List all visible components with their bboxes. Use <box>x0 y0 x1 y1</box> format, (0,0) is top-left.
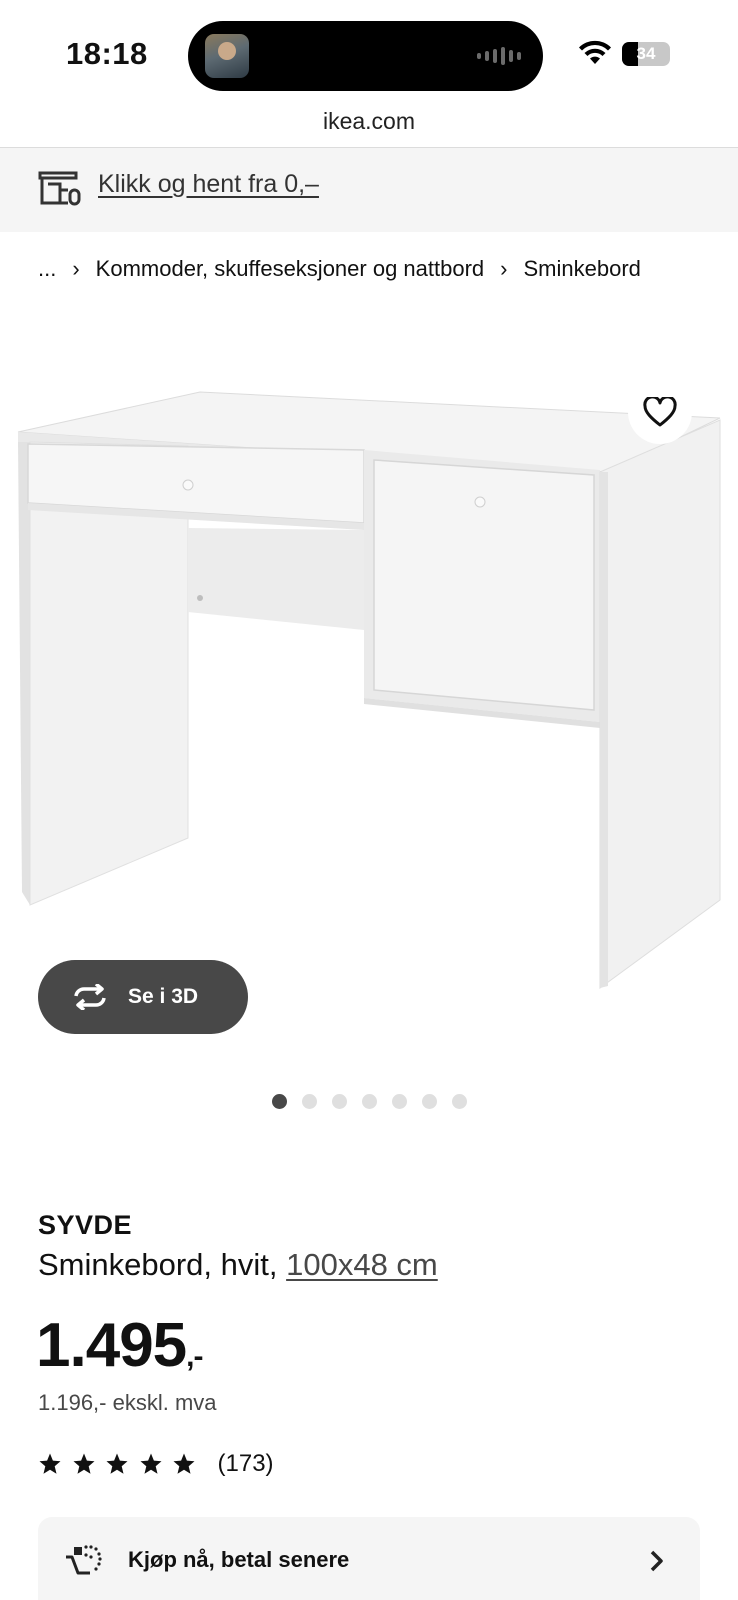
gallery-dot[interactable] <box>392 1094 407 1109</box>
battery-percent: 34 <box>636 44 656 63</box>
breadcrumb: ... › Kommoder, skuffeseksjoner og nattb… <box>38 256 641 282</box>
buy-now-pay-later-label: Kjøp nå, betal senere <box>128 1547 350 1572</box>
dynamic-island[interactable] <box>188 21 543 91</box>
product-type: Sminkebord, hvit, <box>38 1247 287 1282</box>
product-price: 1.495,- <box>36 1310 204 1381</box>
star-icon <box>39 1453 61 1474</box>
view-in-3d-label: Se i 3D <box>128 985 199 1008</box>
gallery-dot[interactable] <box>452 1094 467 1109</box>
payment-icon <box>66 1545 102 1575</box>
price-suffix: ,- <box>186 1340 203 1373</box>
breadcrumb-item-dressing-table[interactable]: Sminkebord <box>523 256 640 282</box>
wifi-icon <box>579 40 611 64</box>
gallery-dot[interactable] <box>332 1094 347 1109</box>
breadcrumb-ellipsis[interactable]: ... <box>38 256 56 282</box>
add-to-favorites-button[interactable] <box>628 380 692 444</box>
battery-indicator: 34 <box>622 42 670 66</box>
breadcrumb-item-dressers[interactable]: Kommoder, skuffeseksjoner og nattbord <box>96 256 484 282</box>
star-icon <box>106 1453 128 1474</box>
breadcrumb-separator: › <box>500 256 508 281</box>
breadcrumb-separator: › <box>72 256 80 281</box>
gallery-pagination[interactable] <box>272 1094 467 1109</box>
product-dimensions-link[interactable]: 100x48 cm <box>286 1247 438 1282</box>
star-icon <box>173 1453 195 1474</box>
product-rating[interactable]: (173) <box>38 1450 274 1478</box>
rotate-3d-icon <box>74 984 106 1010</box>
gallery-dot[interactable] <box>362 1094 377 1109</box>
star-icon <box>140 1453 161 1474</box>
status-time: 18:18 <box>66 36 148 71</box>
gallery-dot[interactable] <box>302 1094 317 1109</box>
price-excl-vat: 1.196,- ekskl. mva <box>38 1390 217 1415</box>
store-icon <box>38 171 81 206</box>
gallery-dot[interactable] <box>272 1094 287 1109</box>
rating-stars <box>38 1452 206 1476</box>
price-value: 1.495 <box>36 1311 187 1380</box>
status-bar: 18:18 34 ikea.com <box>0 0 738 134</box>
click-and-collect-link[interactable]: Klikk og hent fra 0,– <box>98 170 319 199</box>
audio-wave-icon <box>477 47 521 65</box>
buy-now-pay-later-button[interactable]: Kjøp nå, betal senere <box>38 1517 700 1600</box>
product-name: SYVDE <box>38 1210 133 1240</box>
now-playing-avatar <box>205 34 249 78</box>
review-count: (173) <box>217 1450 274 1477</box>
chevron-right-icon <box>650 1550 663 1572</box>
gallery-dot[interactable] <box>422 1094 437 1109</box>
address-bar-url[interactable]: ikea.com <box>0 108 738 135</box>
heart-icon <box>643 397 677 427</box>
click-and-collect-banner: Klikk og hent fra 0,– <box>0 148 738 232</box>
view-in-3d-button[interactable]: Se i 3D <box>38 960 248 1034</box>
product-description: Sminkebord, hvit, 100x48 cm <box>38 1247 438 1283</box>
star-icon <box>73 1453 94 1474</box>
product-image <box>17 391 721 989</box>
